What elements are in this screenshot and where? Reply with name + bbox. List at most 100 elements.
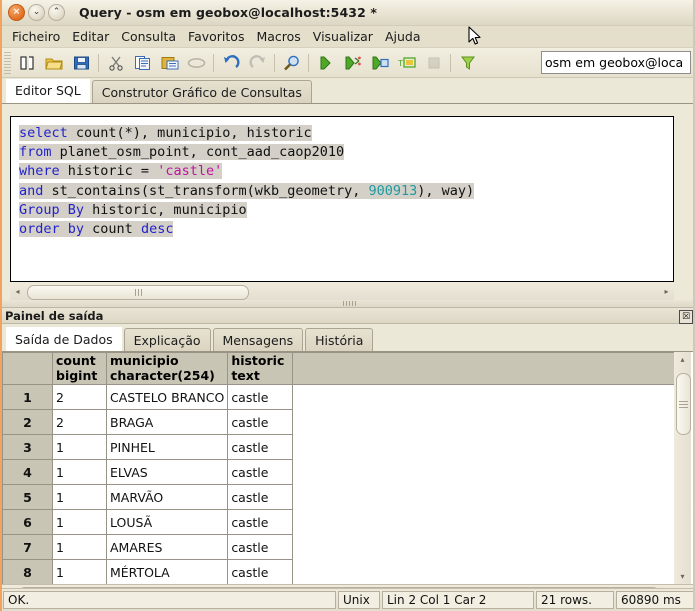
cell-municipio[interactable]: PINHEL — [105, 434, 229, 460]
output-panel-close-button[interactable]: ☒ — [679, 310, 693, 324]
table-row[interactable]: 2 2 BRAGA castle — [2, 409, 678, 435]
window-title: Query - osm em geobox@localhost:5432 * — [79, 5, 377, 20]
row-number-cell[interactable]: 4 — [2, 459, 53, 485]
data-grid[interactable]: count bigint municipio character(254) hi… — [2, 352, 693, 584]
tab-saida-de-dados[interactable]: Saída de Dados — [6, 327, 122, 351]
menu-macros[interactable]: Macros — [250, 27, 306, 46]
scroll-right-arrow-icon[interactable]: ▸ — [659, 284, 674, 299]
maximize-window-button[interactable]: ⌃ — [48, 4, 65, 21]
cell-count[interactable]: 1 — [52, 559, 107, 584]
clear-window-button[interactable] — [183, 50, 210, 76]
execute-query-icon — [320, 56, 331, 69]
execute-to-file-button[interactable] — [366, 50, 393, 76]
cell-count[interactable]: 1 — [52, 509, 107, 535]
undo-button[interactable] — [217, 50, 244, 76]
row-number-cell[interactable]: 3 — [2, 434, 53, 460]
cell-historic[interactable]: castle — [227, 384, 294, 410]
panel-splitter[interactable] — [2, 300, 693, 307]
cell-count[interactable]: 1 — [52, 459, 107, 485]
cut-button[interactable] — [102, 50, 129, 76]
cell-municipio[interactable]: ELVAS — [105, 459, 229, 485]
menu-editar[interactable]: Editar — [66, 27, 115, 46]
sql-code-text[interactable]: select count(*), municipio, historic from… — [11, 117, 673, 239]
editor-hscrollbar[interactable]: ◂ ▸ — [10, 283, 674, 300]
editor-hscroll-thumb[interactable] — [27, 285, 249, 300]
row-number-cell[interactable]: 8 — [2, 559, 53, 584]
cell-municipio[interactable]: CASTELO BRANCO — [105, 384, 229, 410]
menu-visualizar[interactable]: Visualizar — [307, 27, 379, 46]
cell-historic[interactable]: castle — [227, 409, 294, 435]
column-header-municipio[interactable]: municipio character(254) — [105, 352, 229, 385]
cell-count[interactable]: 1 — [52, 534, 107, 560]
open-file-button[interactable] — [41, 50, 68, 76]
column-header-historic[interactable]: historic text — [227, 352, 294, 385]
table-row[interactable]: 1 2 CASTELO BRANCO castle — [2, 384, 678, 410]
row-number-cell[interactable]: 7 — [2, 534, 53, 560]
tab-historia[interactable]: História — [305, 328, 374, 351]
cell-historic[interactable]: castle — [227, 509, 294, 535]
scroll-down-arrow-icon[interactable]: ▾ — [675, 569, 690, 584]
save-file-button[interactable] — [68, 50, 95, 76]
tab-construtor-grafico[interactable]: Construtor Gráfico de Consultas — [91, 80, 312, 103]
table-row[interactable]: 5 1 MARVÃO castle — [2, 484, 678, 510]
sql-token-id: count(*), municipio, historic — [67, 125, 312, 141]
table-row[interactable]: 3 1 PINHEL castle — [2, 434, 678, 460]
explain-query-button[interactable] — [339, 50, 366, 76]
tab-explicacao[interactable]: Explicação — [123, 328, 211, 351]
cell-historic[interactable]: castle — [227, 434, 294, 460]
table-row[interactable]: 8 1 MÉRTOLA castle — [2, 559, 678, 584]
table-row[interactable]: 7 1 AMARES castle — [2, 534, 678, 560]
paste-button[interactable] — [156, 50, 183, 76]
cancel-query-button[interactable] — [420, 50, 447, 76]
menu-ajuda[interactable]: Ajuda — [379, 27, 427, 46]
menu-favoritos[interactable]: Favoritos — [182, 27, 250, 46]
cell-historic[interactable]: castle — [227, 484, 294, 510]
cell-historic[interactable]: castle — [227, 559, 294, 584]
copy-button[interactable] — [129, 50, 156, 76]
sql-editor[interactable]: select count(*), municipio, historic from… — [10, 116, 674, 282]
cell-count[interactable]: 1 — [52, 434, 107, 460]
grid-vscrollbar[interactable]: ▴ ▾ — [674, 352, 691, 584]
cell-count[interactable]: 2 — [52, 409, 107, 435]
execute-query-button[interactable] — [312, 50, 339, 76]
tab-mensagens[interactable]: Mensagens — [212, 328, 304, 351]
column-header-rownum[interactable] — [2, 352, 53, 385]
cell-count[interactable]: 1 — [52, 484, 107, 510]
cell-count[interactable]: 2 — [52, 384, 107, 410]
filter-button[interactable] — [454, 50, 481, 76]
cell-municipio[interactable]: AMARES — [105, 534, 229, 560]
row-number-cell[interactable]: 5 — [2, 484, 53, 510]
cell-historic[interactable]: castle — [227, 534, 294, 560]
redo-button[interactable] — [244, 50, 271, 76]
row-number-cell[interactable]: 6 — [2, 509, 53, 535]
status-cursor-position: Lin 2 Col 1 Car 2 — [382, 591, 534, 609]
status-row-count: 21 rows. — [536, 591, 614, 609]
minimize-window-button[interactable]: ⌄ — [28, 4, 45, 21]
cell-municipio[interactable]: MÉRTOLA — [105, 559, 229, 584]
cell-municipio[interactable]: LOUSÃ — [105, 509, 229, 535]
scroll-left-arrow-icon[interactable]: ◂ — [10, 284, 25, 299]
connection-input[interactable]: osm em geobox@loca — [541, 51, 691, 74]
find-replace-button[interactable] — [278, 50, 305, 76]
tab-editor-sql[interactable]: Editor SQL — [6, 79, 90, 103]
column-header-count[interactable]: count bigint — [52, 352, 107, 385]
row-number-cell[interactable]: 2 — [2, 409, 53, 435]
cell-historic[interactable]: castle — [227, 459, 294, 485]
connection-selector[interactable]: osm em geobox@loca — [541, 50, 691, 75]
grid-vscroll-thumb[interactable] — [676, 373, 691, 435]
new-query-button[interactable] — [14, 50, 41, 76]
editor-hscroll-track[interactable] — [25, 284, 659, 300]
row-number-cell[interactable]: 1 — [2, 384, 53, 410]
toolbar-drag-handle[interactable] — [4, 51, 11, 74]
menu-ficheiro[interactable]: Ficheiro — [6, 27, 66, 46]
table-row[interactable]: 4 1 ELVAS castle — [2, 459, 678, 485]
menu-consulta[interactable]: Consulta — [115, 27, 182, 46]
grid-vscroll-track[interactable] — [675, 367, 691, 569]
close-window-button[interactable]: × — [8, 4, 25, 21]
explain-analyze-button[interactable]: T — [393, 50, 420, 76]
cell-municipio[interactable]: BRAGA — [105, 409, 229, 435]
cell-municipio[interactable]: MARVÃO — [105, 484, 229, 510]
cell-filler — [292, 559, 678, 584]
table-row[interactable]: 6 1 LOUSÃ castle — [2, 509, 678, 535]
scroll-up-arrow-icon[interactable]: ▴ — [675, 352, 690, 367]
